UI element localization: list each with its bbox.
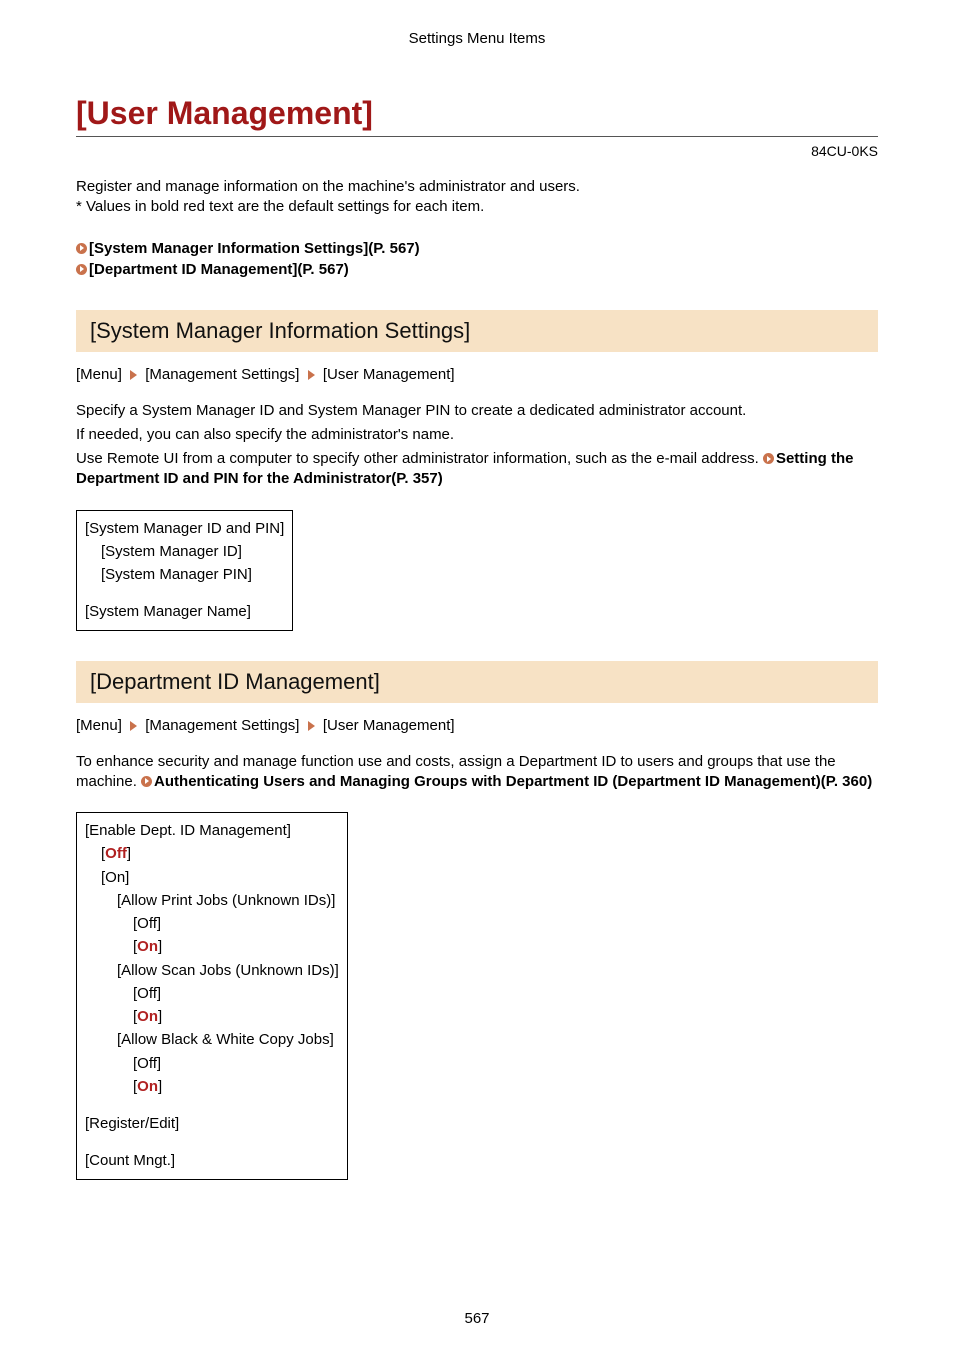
- chevron-right-icon: [130, 370, 137, 380]
- box-row: [System Manager ID and PIN]: [85, 517, 284, 540]
- box-row: [Allow Print Jobs (Unknown IDs)]: [85, 889, 339, 912]
- default-value: On: [137, 1008, 158, 1025]
- play-icon: [76, 264, 87, 275]
- play-icon: [141, 776, 152, 787]
- intro-line-1: Register and manage information on the m…: [76, 177, 878, 197]
- box-row: [Count Mngt.]: [85, 1149, 339, 1172]
- page-number: 567: [76, 1310, 878, 1327]
- default-value: On: [137, 938, 158, 955]
- box-row: [System Manager PIN]: [85, 563, 284, 586]
- bracket: ]: [158, 1078, 162, 1095]
- header-category: Settings Menu Items: [76, 30, 878, 47]
- breadcrumb-part: [User Management]: [323, 717, 455, 734]
- bracket: ]: [127, 845, 131, 862]
- sysmgr-desc-1: Specify a System Manager ID and System M…: [76, 401, 878, 421]
- sysmgr-desc-3-text: Use Remote UI from a computer to specify…: [76, 450, 763, 467]
- default-value: On: [137, 1078, 158, 1095]
- sysmgr-settings-box: [System Manager ID and PIN] [System Mana…: [76, 510, 293, 631]
- box-row: [On]: [85, 1075, 339, 1098]
- toc-item-2-label: [Department ID Management](P. 567): [89, 261, 349, 278]
- box-row: [Off]: [85, 912, 339, 935]
- box-row: [Enable Dept. ID Management]: [85, 819, 339, 842]
- intro-line-2: * Values in bold red text are the defaul…: [76, 197, 878, 217]
- deptid-xref[interactable]: Authenticating Users and Managing Groups…: [154, 773, 872, 790]
- section-heading-deptid: [Department ID Management]: [76, 661, 878, 703]
- breadcrumb-part: [Menu]: [76, 717, 122, 734]
- box-row: [Allow Scan Jobs (Unknown IDs)]: [85, 959, 339, 982]
- bracket: ]: [158, 938, 162, 955]
- breadcrumb-part: [User Management]: [323, 366, 455, 383]
- toc-item-1[interactable]: [System Manager Information Settings](P.…: [76, 238, 878, 259]
- section-heading-sysmgr: [System Manager Information Settings]: [76, 310, 878, 352]
- bracket: ]: [158, 1008, 162, 1025]
- deptid-desc: To enhance security and manage function …: [76, 752, 878, 793]
- box-row: [System Manager Name]: [85, 600, 284, 623]
- page-title: [User Management]: [76, 95, 878, 137]
- intro-block: Register and manage information on the m…: [76, 177, 878, 218]
- box-row: [Off]: [85, 842, 339, 865]
- chevron-right-icon: [308, 721, 315, 731]
- box-row: [System Manager ID]: [85, 540, 284, 563]
- deptid-settings-box: [Enable Dept. ID Management] [Off] [On] …: [76, 812, 348, 1180]
- box-row: [Register/Edit]: [85, 1112, 339, 1135]
- breadcrumb-part: [Management Settings]: [145, 366, 299, 383]
- breadcrumb-part: [Management Settings]: [145, 717, 299, 734]
- toc-item-1-label: [System Manager Information Settings](P.…: [89, 240, 420, 257]
- box-row: [Allow Black & White Copy Jobs]: [85, 1028, 339, 1051]
- play-icon: [763, 453, 774, 464]
- breadcrumb-deptid: [Menu] [Management Settings] [User Manag…: [76, 717, 878, 734]
- box-row: [On]: [85, 935, 339, 958]
- box-row: [Off]: [85, 982, 339, 1005]
- play-icon: [76, 243, 87, 254]
- sysmgr-desc-2: If needed, you can also specify the admi…: [76, 425, 878, 445]
- box-row: [Off]: [85, 1052, 339, 1075]
- toc-item-2[interactable]: [Department ID Management](P. 567): [76, 259, 878, 280]
- chevron-right-icon: [130, 721, 137, 731]
- default-value: Off: [105, 845, 127, 862]
- breadcrumb-sysmgr: [Menu] [Management Settings] [User Manag…: [76, 366, 878, 383]
- chevron-right-icon: [308, 370, 315, 380]
- doc-code: 84CU-0KS: [76, 143, 878, 159]
- breadcrumb-part: [Menu]: [76, 366, 122, 383]
- box-row: [On]: [85, 1005, 339, 1028]
- toc: [System Manager Information Settings](P.…: [76, 238, 878, 280]
- sysmgr-desc-3: Use Remote UI from a computer to specify…: [76, 449, 878, 490]
- box-row: [On]: [85, 866, 339, 889]
